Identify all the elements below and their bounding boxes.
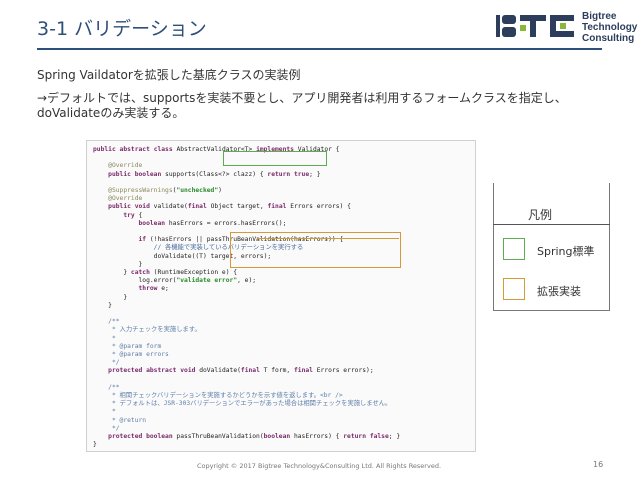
code-line: protected abstract void doValidate(final… [108, 367, 374, 375]
code-line: } [93, 301, 112, 309]
company-logo: Bigtree Technology Consulting [494, 8, 638, 48]
legend-swatch-spring [503, 238, 525, 260]
logo-line3: Consulting [582, 33, 635, 44]
title-rule [37, 48, 602, 50]
code-line: boolean hasErrors = errors.hasErrors(); [138, 219, 287, 227]
slide-title: 3-1 バリデーション [37, 18, 207, 40]
footer-copyright: Copyright © 2017 Bigtree Technology&Cons… [196, 462, 442, 470]
code-line: protected boolean passThruBeanValidation… [108, 433, 401, 440]
slide-subtitle: Spring Vaildatorを拡張した基底クラスの実装例 [37, 68, 301, 82]
legend-label-spring: Spring標準 [537, 245, 595, 258]
page-number: 16 [593, 460, 604, 469]
code-line: * デフォルトは、JSR-303バリデーションでエラーがあった場合は相関チェック… [93, 400, 392, 408]
extension-highlight-top [257, 238, 399, 246]
slide-description: →デフォルトでは、supportsを実装不要とし、アプリ開発者は利用するフォーム… [37, 91, 567, 120]
code-screenshot: public abstract class AbstractValidator<… [86, 140, 476, 452]
logo-line2: Technology [582, 22, 638, 33]
legend-rule [493, 224, 610, 225]
btc-logo-mark [496, 15, 574, 37]
spring-standard-highlight [223, 151, 327, 166]
legend-label-extension: 拡張実装 [537, 285, 581, 298]
legend-title: 凡例 [528, 208, 553, 222]
legend-swatch-extension [503, 278, 525, 300]
code-line: } [93, 441, 97, 449]
code-line: public boolean supports(Class<?> clazz) … [108, 170, 321, 178]
logo-line1: Bigtree [582, 11, 617, 22]
